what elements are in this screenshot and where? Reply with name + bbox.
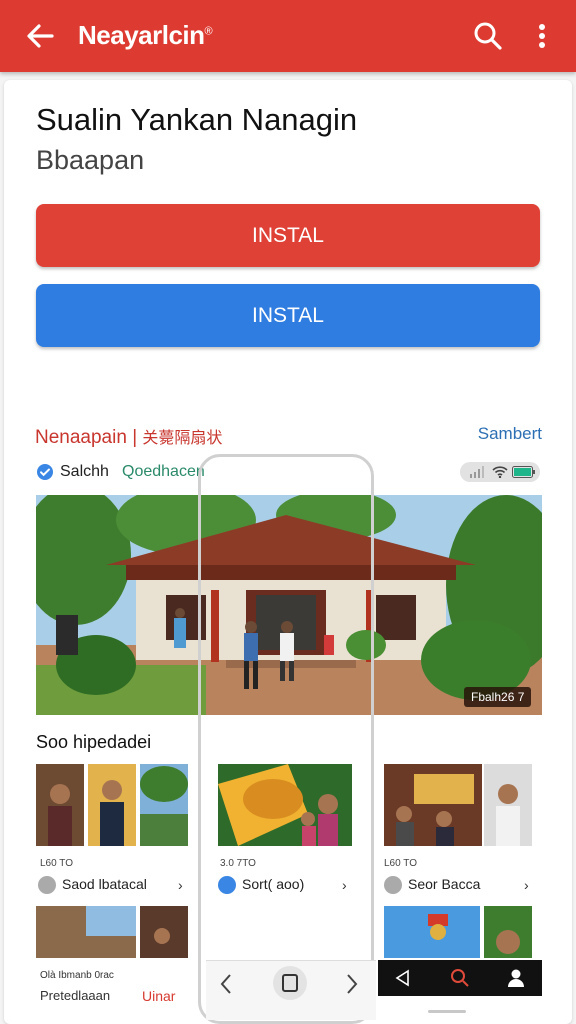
bottom-more-link[interactable]: Uinar bbox=[142, 988, 175, 1004]
arrow-left-icon[interactable] bbox=[22, 18, 58, 54]
search-icon[interactable] bbox=[470, 18, 506, 54]
chevron-right-icon: › bbox=[178, 877, 183, 893]
triangle-back-icon[interactable] bbox=[394, 969, 410, 987]
device-status-pill bbox=[460, 462, 540, 482]
bottom-small-label: Olà Ibmanb 0rac bbox=[40, 970, 114, 981]
section-see-all-link[interactable]: Sambert bbox=[478, 424, 542, 444]
app-bar-title-text: Neayarlcin bbox=[78, 20, 205, 50]
grid-item-caption: L60 TO bbox=[40, 858, 73, 869]
grid-item-row-1[interactable]: Saod lbatacal › bbox=[38, 874, 188, 896]
more-vert-icon[interactable] bbox=[528, 20, 556, 52]
home-indicator bbox=[428, 1010, 466, 1013]
search-icon[interactable] bbox=[450, 968, 470, 988]
thumbnail-group-4[interactable] bbox=[36, 906, 188, 958]
section-title-text: Nenaapain bbox=[35, 427, 127, 448]
thumbnail-group-3[interactable] bbox=[384, 764, 532, 850]
verified-check-icon bbox=[37, 464, 53, 480]
section-title-cjk: 关薨隔扇状 bbox=[142, 430, 223, 447]
grid-section-title: Soo hipedadei bbox=[36, 732, 152, 752]
install-button-red[interactable]: INSTAL bbox=[36, 204, 540, 267]
grid-item-caption: L60 TO bbox=[384, 858, 417, 869]
thumbnail-group-1[interactable] bbox=[36, 764, 188, 850]
grid-item-label: Saod lbatacal bbox=[62, 876, 147, 892]
app-name: Sualin Yankan Nanagin bbox=[36, 102, 358, 137]
app-bar: Neayarlcin® bbox=[0, 0, 576, 72]
install-button-blue[interactable]: INSTAL bbox=[36, 284, 540, 347]
signal-icon bbox=[470, 466, 484, 478]
app-developer[interactable]: Bbaapan bbox=[36, 145, 144, 176]
system-nav-bar bbox=[378, 960, 542, 996]
chevron-left-icon[interactable] bbox=[218, 973, 234, 995]
grid-item-row-3[interactable]: Seor Bacca › bbox=[384, 874, 534, 896]
phone-nav-bar bbox=[206, 960, 376, 1020]
chevron-right-icon[interactable] bbox=[344, 973, 360, 995]
item-dot-icon bbox=[384, 876, 402, 894]
hero-badge: Fbalh26 7 bbox=[464, 687, 532, 707]
square-icon[interactable] bbox=[272, 965, 308, 1001]
battery-icon bbox=[512, 466, 535, 478]
registered-mark: ® bbox=[204, 25, 213, 38]
badge-label: Salchh bbox=[60, 463, 109, 480]
bottom-main-label: Pretedlaaan bbox=[40, 988, 111, 1003]
thumbnail-group-5[interactable] bbox=[384, 906, 532, 958]
chevron-right-icon: › bbox=[524, 877, 529, 893]
phone-frame-overlay bbox=[198, 454, 374, 1024]
badge-sublabel[interactable]: Qoedhacen bbox=[122, 463, 205, 481]
wifi-icon bbox=[492, 466, 508, 478]
grid-item-label: Seor Bacca bbox=[408, 876, 481, 892]
app-bar-title: Neayarlcin® bbox=[78, 20, 213, 51]
section-title: Nenaapain | 关薨隔扇状 bbox=[35, 427, 223, 448]
person-icon[interactable] bbox=[506, 968, 526, 988]
item-dot-icon bbox=[38, 876, 56, 894]
